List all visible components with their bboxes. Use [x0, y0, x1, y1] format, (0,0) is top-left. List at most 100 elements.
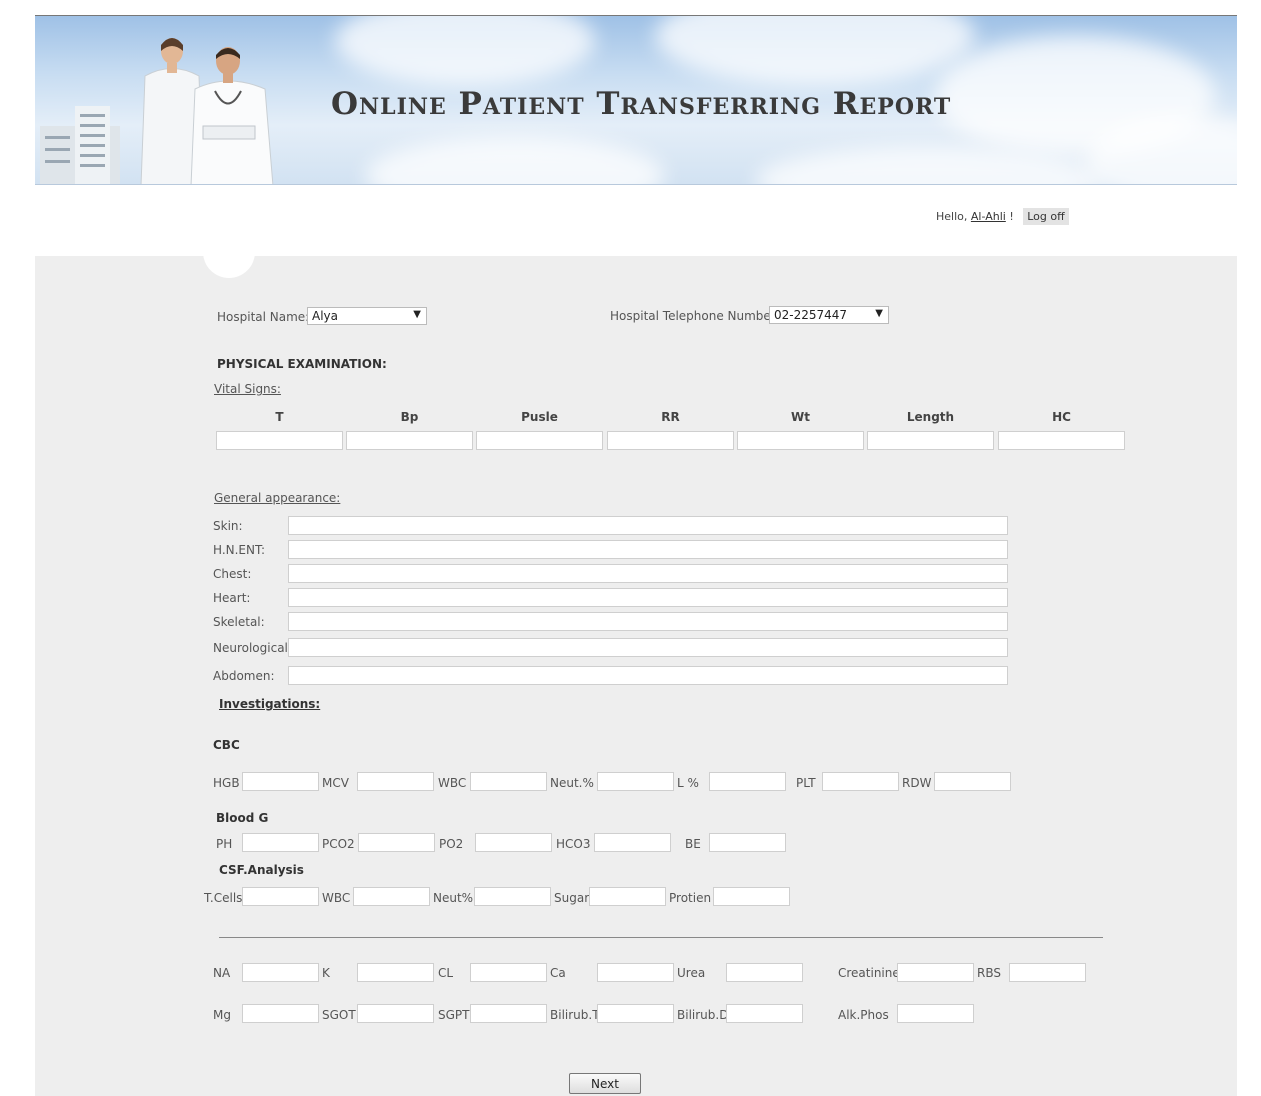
- csf-wbc-input[interactable]: [353, 887, 430, 906]
- skeletal-input[interactable]: [288, 612, 1008, 631]
- protein-input[interactable]: [713, 887, 790, 906]
- pco2-input[interactable]: [358, 833, 435, 852]
- alk-phos-label: Alk.Phos: [838, 1008, 889, 1022]
- rdw-input[interactable]: [934, 772, 1011, 791]
- be-label: BE: [685, 837, 701, 851]
- sgpt-input[interactable]: [470, 1004, 547, 1023]
- ca-input[interactable]: [597, 963, 674, 982]
- hospital-phone-select[interactable]: 02-2257447 ▼: [769, 306, 889, 324]
- hgb-input[interactable]: [242, 772, 319, 791]
- vital-header-bp: Bp: [400, 410, 419, 424]
- sugar-input[interactable]: [589, 887, 666, 906]
- greeting-exclaim: !: [1009, 210, 1014, 223]
- creatinine-input[interactable]: [897, 963, 974, 982]
- hospital-building-image: [40, 106, 120, 184]
- mcv-label: MCV: [322, 776, 349, 790]
- plt-input[interactable]: [822, 772, 899, 791]
- skeletal-label: Skeletal:: [213, 615, 265, 629]
- chevron-down-icon: ▼: [875, 308, 883, 319]
- username-link[interactable]: Al-Ahli: [971, 210, 1006, 223]
- heart-label: Heart:: [213, 591, 251, 605]
- t-cells-input[interactable]: [242, 887, 319, 906]
- physical-exam-heading: PHYSICAL EXAMINATION:: [217, 357, 387, 371]
- heart-input[interactable]: [288, 588, 1008, 607]
- vital-header-t: T: [275, 410, 284, 424]
- login-area: Hello, Al-Ahli ! Log off: [936, 208, 1069, 225]
- bilirub-d-label: Bilirub.D: [677, 1008, 729, 1022]
- vital-rr-input[interactable]: [607, 431, 734, 450]
- be-input[interactable]: [709, 833, 786, 852]
- cl-input[interactable]: [470, 963, 547, 982]
- ph-input[interactable]: [242, 833, 319, 852]
- greeting-text: Hello,: [936, 210, 968, 223]
- header-banner: Online Patient Transferring Report: [35, 15, 1237, 185]
- hco3-input[interactable]: [594, 833, 671, 852]
- doctors-photo: [140, 38, 274, 184]
- bilirub-d-input[interactable]: [726, 1004, 803, 1023]
- investigations-heading: Investigations:: [219, 697, 321, 711]
- hgb-label: HGB: [213, 776, 240, 790]
- vital-hc-input[interactable]: [998, 431, 1125, 450]
- hnent-input[interactable]: [288, 540, 1008, 559]
- neurological-label: Neurological:: [213, 641, 292, 655]
- po2-input[interactable]: [475, 833, 552, 852]
- mcv-input[interactable]: [357, 772, 434, 791]
- sgot-input[interactable]: [357, 1004, 434, 1023]
- hospital-name-label: Hospital Name:: [217, 310, 310, 324]
- neurological-input[interactable]: [288, 638, 1008, 657]
- hospital-phone-value: 02-2257447: [774, 308, 848, 322]
- alk-phos-input[interactable]: [897, 1004, 974, 1023]
- cbc-wbc-input[interactable]: [470, 772, 547, 791]
- vital-length-input[interactable]: [867, 431, 994, 450]
- urea-input[interactable]: [726, 963, 803, 982]
- page-title: Online Patient Transferring Report: [331, 86, 952, 122]
- pco2-label: PCO2: [322, 837, 355, 851]
- rbs-label: RBS: [977, 966, 1001, 980]
- csf-heading: CSF.Analysis: [219, 863, 304, 877]
- next-button[interactable]: Next: [569, 1073, 641, 1094]
- sgot-label: SGOT: [322, 1008, 356, 1022]
- abdomen-input[interactable]: [288, 666, 1008, 685]
- vital-header-rr: RR: [661, 410, 680, 424]
- mg-label: Mg: [213, 1008, 231, 1022]
- csf-neut-label: Neut%: [433, 891, 474, 905]
- vital-pulse-input[interactable]: [476, 431, 603, 450]
- cbc-wbc-label: WBC: [438, 776, 467, 790]
- hospital-name-select[interactable]: Alya ▼: [307, 307, 427, 325]
- ph-label: PH: [216, 837, 233, 851]
- vital-header-wt: Wt: [791, 410, 810, 424]
- vital-wt-input[interactable]: [737, 431, 864, 450]
- bilirub-t-label: Bilirub.T: [550, 1008, 600, 1022]
- logoff-button[interactable]: Log off: [1023, 208, 1069, 225]
- hospital-phone-label: Hospital Telephone Number:: [610, 309, 780, 323]
- na-input[interactable]: [242, 963, 319, 982]
- chest-label: Chest:: [213, 567, 252, 581]
- chevron-down-icon: ▼: [413, 309, 421, 320]
- l-percent-input[interactable]: [709, 772, 786, 791]
- chest-input[interactable]: [288, 564, 1008, 583]
- csf-neut-input[interactable]: [474, 887, 551, 906]
- ca-label: Ca: [550, 966, 566, 980]
- urea-label: Urea: [677, 966, 706, 980]
- hco3-label: HCO3: [556, 837, 591, 851]
- protein-label: Protien: [669, 891, 712, 905]
- cl-label: CL: [438, 966, 454, 980]
- k-input[interactable]: [357, 963, 434, 982]
- csf-wbc-label: WBC: [322, 891, 351, 905]
- vital-t-input[interactable]: [216, 431, 343, 450]
- na-label: NA: [213, 966, 231, 980]
- neut-percent-input[interactable]: [597, 772, 674, 791]
- creatinine-label: Creatinine: [838, 966, 900, 980]
- vital-header-hc: HC: [1052, 410, 1071, 424]
- k-label: K: [322, 966, 330, 980]
- vital-signs-label: Vital Signs:: [214, 382, 281, 396]
- blood-g-heading: Blood G: [216, 811, 269, 825]
- sgpt-label: SGPT: [438, 1008, 470, 1022]
- bilirub-t-input[interactable]: [597, 1004, 674, 1023]
- skin-label: Skin:: [213, 519, 243, 533]
- skin-input[interactable]: [288, 516, 1008, 535]
- rbs-input[interactable]: [1009, 963, 1086, 982]
- vital-bp-input[interactable]: [346, 431, 473, 450]
- mg-input[interactable]: [242, 1004, 319, 1023]
- t-cells-label: T.Cells: [204, 891, 243, 905]
